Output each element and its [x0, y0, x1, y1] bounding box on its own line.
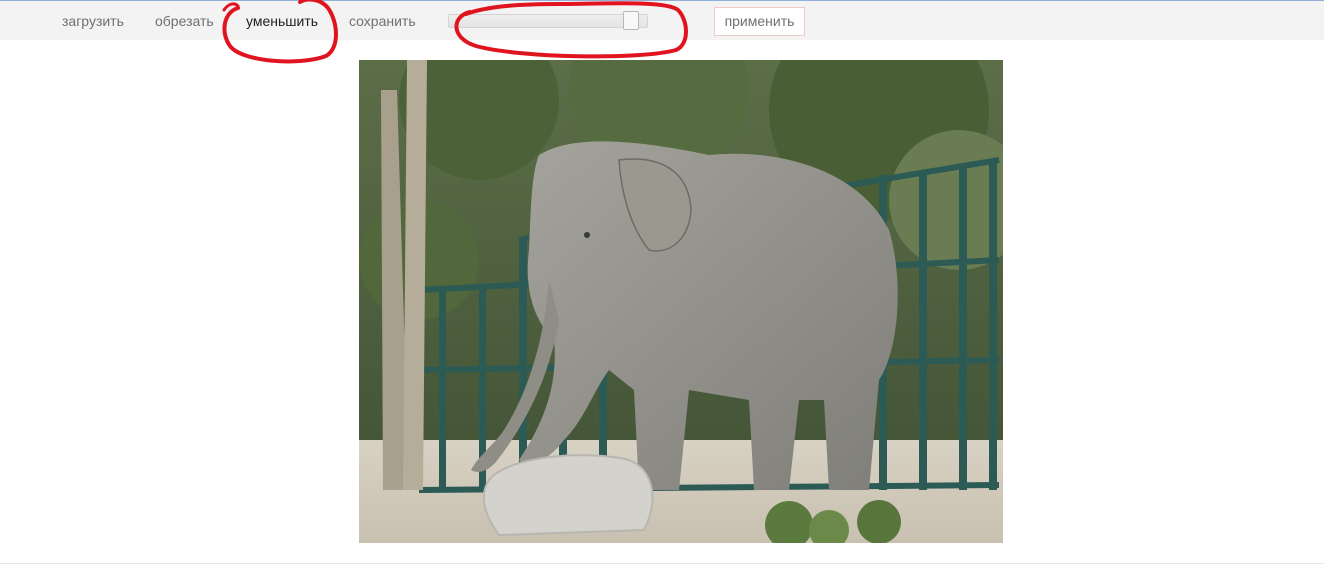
size-slider[interactable]: [448, 11, 648, 30]
crop-button[interactable]: обрезать: [155, 13, 214, 29]
reduce-button[interactable]: уменьшить: [246, 13, 318, 29]
toolbar: загрузить обрезать уменьшить сохранить п…: [0, 1, 1324, 40]
apply-button[interactable]: применить: [714, 7, 805, 36]
slider-track[interactable]: [448, 14, 648, 28]
slider-handle[interactable]: [623, 11, 639, 30]
load-button[interactable]: загрузить: [62, 13, 124, 29]
save-button[interactable]: сохранить: [349, 13, 416, 29]
elephant-image: [359, 60, 1003, 543]
elephant-photo: [359, 60, 1003, 543]
